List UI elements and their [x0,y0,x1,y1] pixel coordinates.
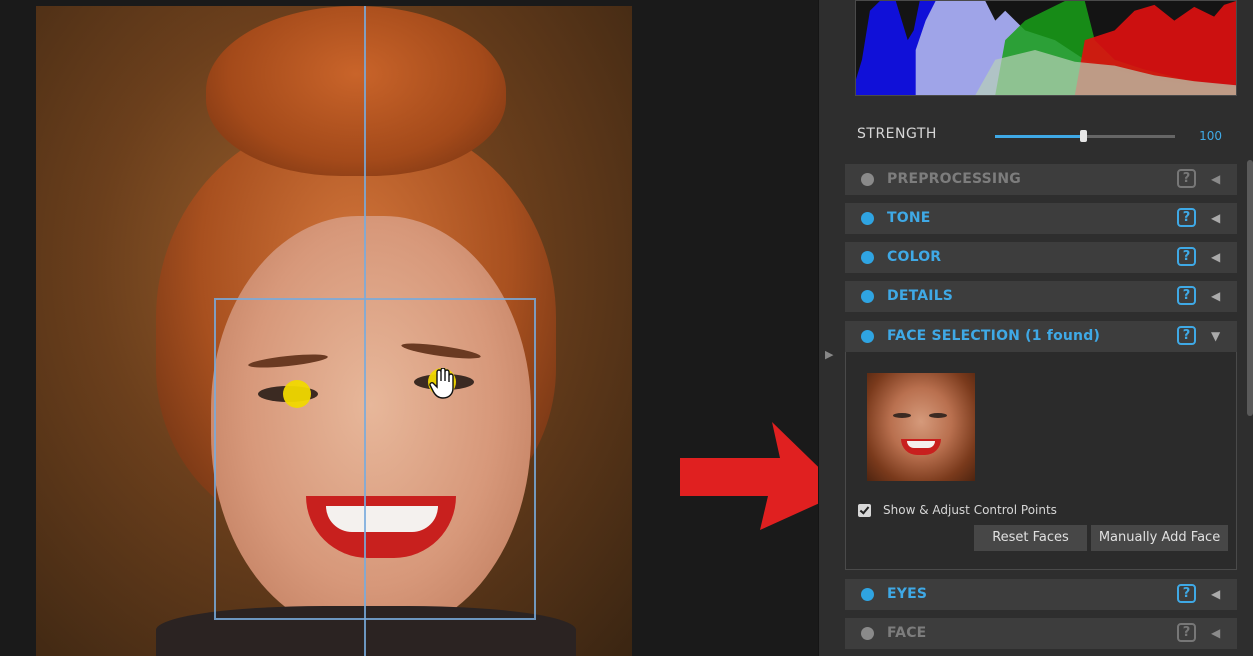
help-icon[interactable]: ? [1177,247,1196,266]
section-toggle-dot[interactable] [861,173,874,186]
show-control-points-checkbox[interactable] [858,504,871,517]
face-thumbnail[interactable] [867,373,975,481]
photo-hair-bun [206,6,506,176]
collapse-arrow-icon[interactable]: ◀ [1211,289,1220,303]
help-icon[interactable]: ? [1177,584,1196,603]
thumb-eye [929,413,947,418]
strength-slider[interactable] [995,130,1175,142]
strength-slider-fill [995,135,1084,138]
manually-add-face-button[interactable]: Manually Add Face [1091,525,1228,551]
panel-scrollbar[interactable] [1247,160,1253,416]
collapse-arrow-icon[interactable]: ◀ [1211,587,1220,601]
section-tone[interactable]: TONE ? ◀ [845,203,1237,234]
collapse-arrow-icon[interactable]: ◀ [1211,626,1220,640]
section-title: EYES [887,586,928,602]
strength-row: STRENGTH 100 [857,122,1237,150]
section-toggle-dot[interactable] [861,290,874,303]
section-eyes[interactable]: EYES ? ◀ [845,579,1237,610]
section-toggle-dot[interactable] [861,212,874,225]
section-title: FACE [887,625,927,641]
image-canvas[interactable] [0,0,844,656]
section-color[interactable]: COLOR ? ◀ [845,242,1237,273]
section-toggle-dot[interactable] [861,251,874,264]
hand-cursor-icon [429,368,454,399]
show-control-points-label[interactable]: Show & Adjust Control Points [883,503,1057,517]
thumb-eye [893,413,911,418]
section-title: COLOR [887,249,942,265]
adjustment-panel: STRENGTH 100 PREPROCESSING ? ◀ TONE ? ◀ … [818,0,1253,656]
thumb-teeth [907,441,935,448]
collapse-arrow-icon[interactable]: ◀ [1211,172,1220,186]
expand-arrow-icon[interactable]: ▼ [1211,329,1220,343]
section-preprocessing[interactable]: PREPROCESSING ? ◀ [845,164,1237,195]
face-selection-body: Show & Adjust Control Points Reset Faces… [845,352,1237,570]
section-details[interactable]: DETAILS ? ◀ [845,281,1237,312]
help-icon[interactable]: ? [1177,326,1196,345]
left-eye-control-point[interactable] [283,380,311,408]
help-icon[interactable]: ? [1177,169,1196,188]
help-icon[interactable]: ? [1177,286,1196,305]
section-title: TONE [887,210,931,226]
panel-toggle-icon[interactable]: ▶ [825,348,833,361]
help-icon[interactable]: ? [1177,208,1196,227]
section-toggle-dot[interactable] [861,330,874,343]
face-bounding-box[interactable] [214,298,536,620]
section-toggle-dot[interactable] [861,588,874,601]
section-title: DETAILS [887,288,954,304]
strength-label: STRENGTH [857,126,937,142]
help-icon[interactable]: ? [1177,623,1196,642]
section-title: PREPROCESSING [887,171,1021,187]
histogram [855,0,1237,96]
section-title: FACE SELECTION (1 found) [887,328,1101,344]
collapse-arrow-icon[interactable]: ◀ [1211,211,1220,225]
collapse-arrow-icon[interactable]: ◀ [1211,250,1220,264]
strength-slider-handle[interactable] [1080,130,1088,142]
strength-value[interactable]: 100 [1199,129,1222,143]
section-face-selection[interactable]: FACE SELECTION (1 found) ? ▼ [845,321,1237,352]
reset-faces-button[interactable]: Reset Faces [974,525,1087,551]
section-toggle-dot[interactable] [861,627,874,640]
section-face[interactable]: FACE ? ◀ [845,618,1237,649]
